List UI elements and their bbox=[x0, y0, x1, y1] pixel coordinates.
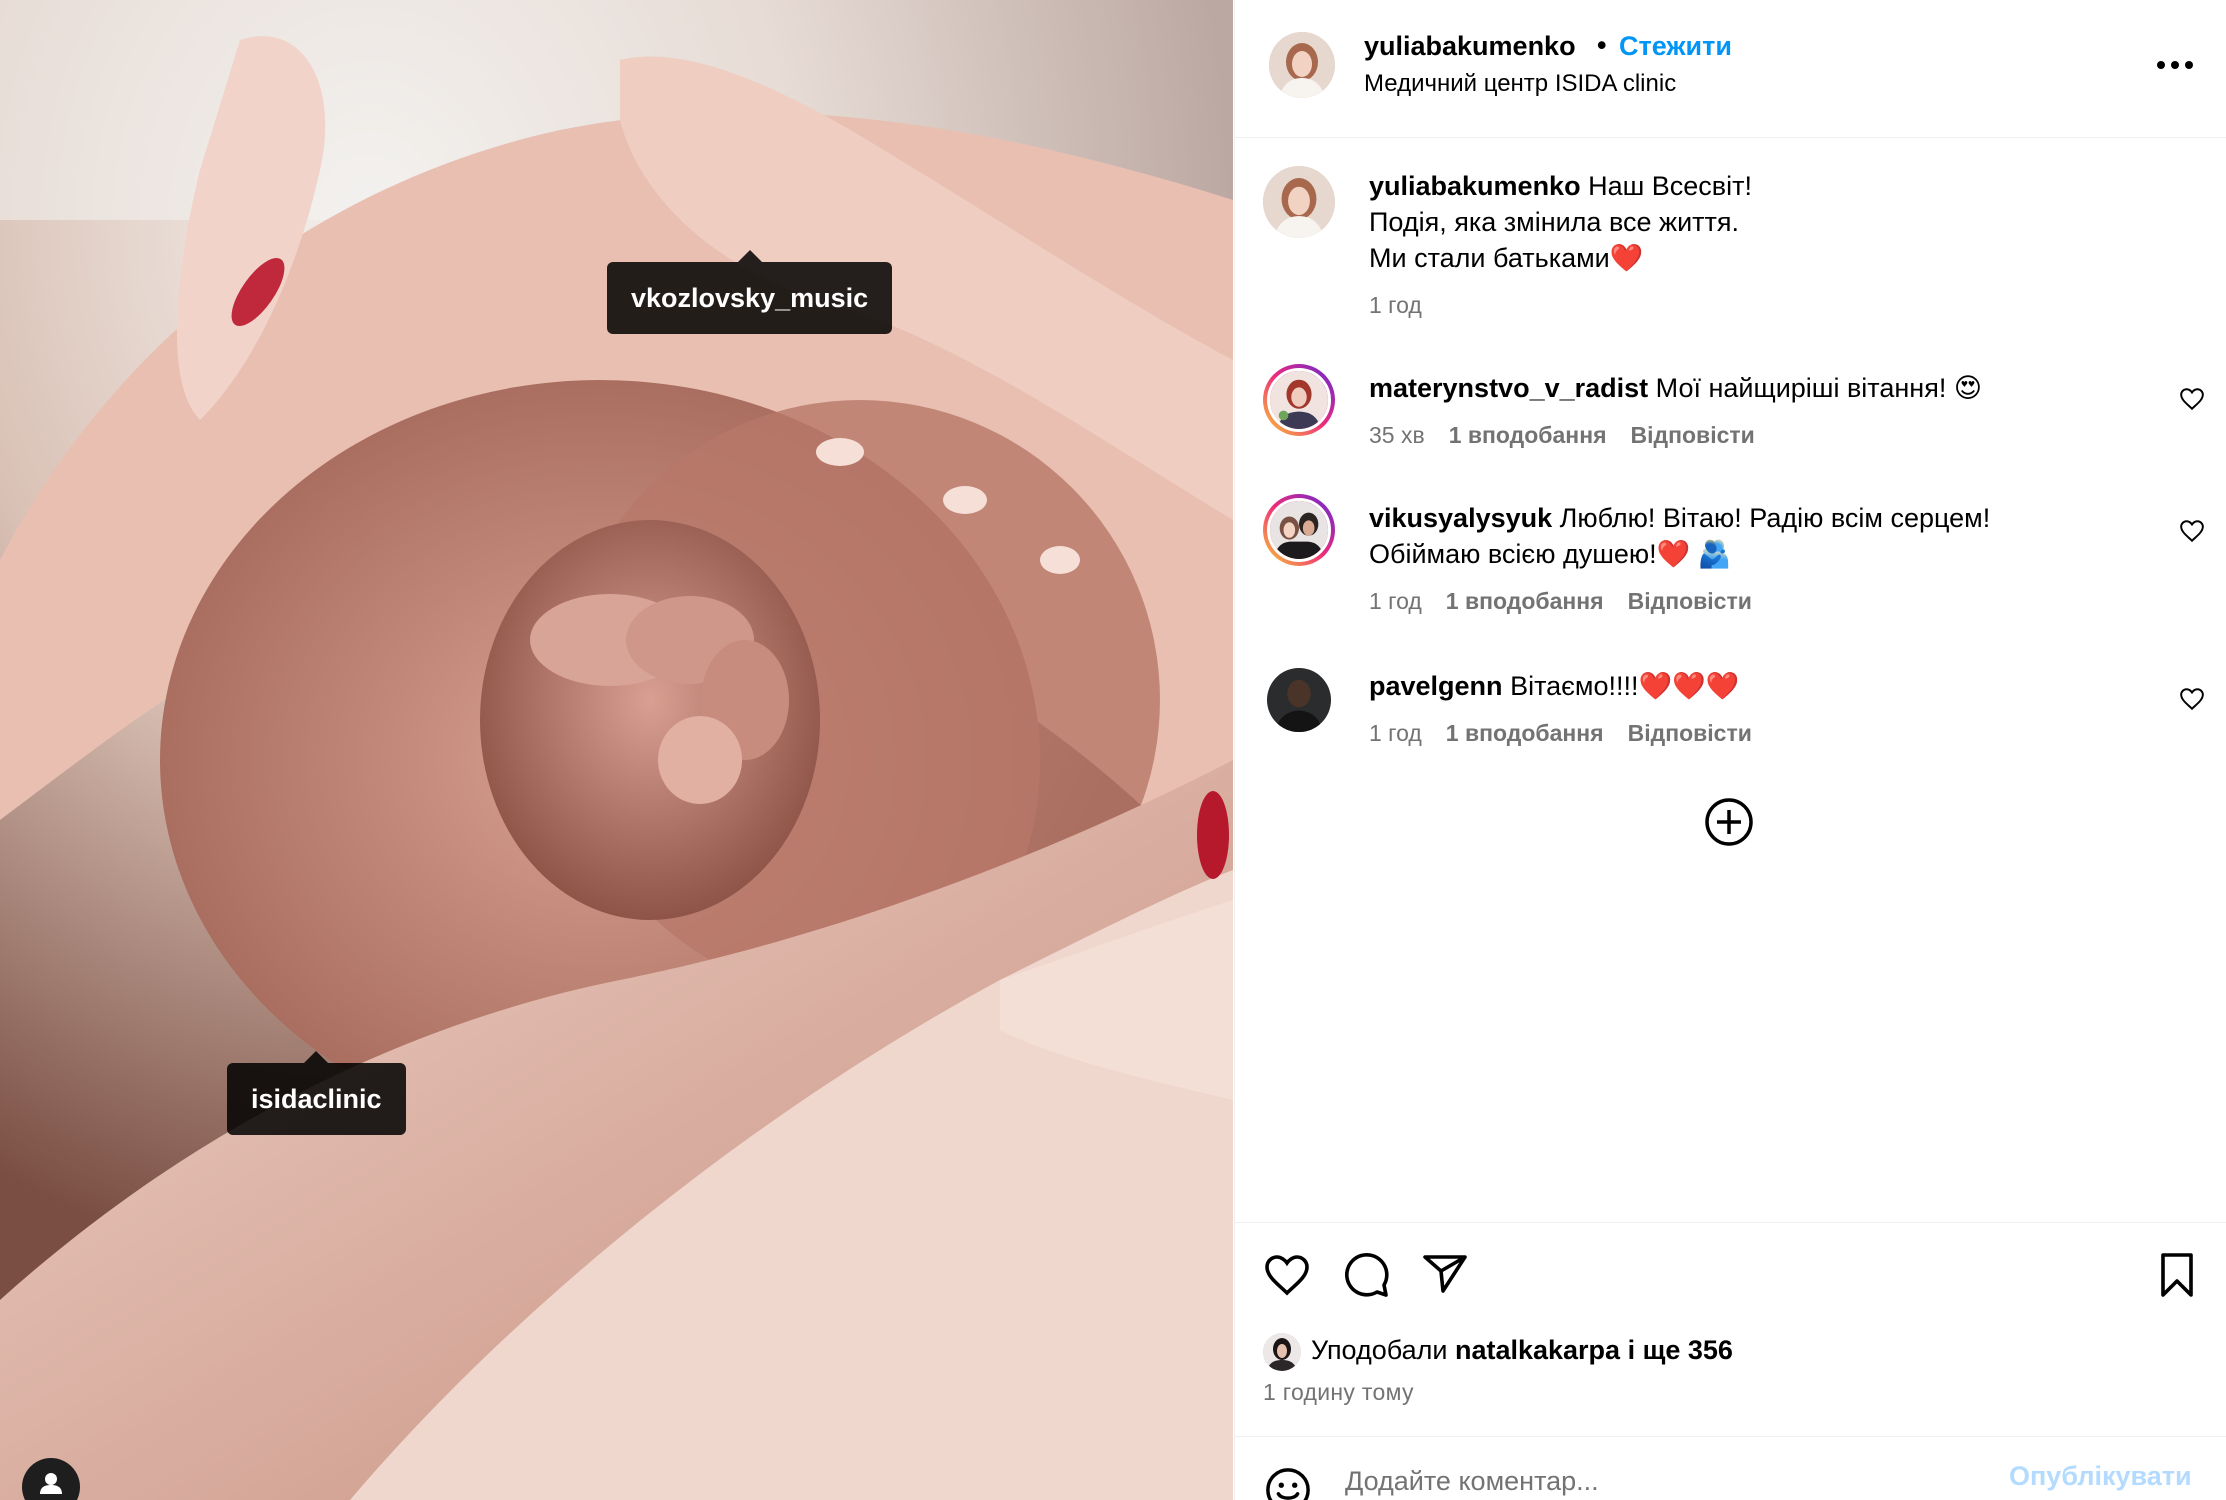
caption-text: yuliabakumenko Наш Всесвіт! Подія, яка з… bbox=[1369, 168, 2129, 276]
likes-others[interactable]: і ще 356 bbox=[1620, 1335, 1733, 1365]
likes-prefix: Уподобали bbox=[1311, 1335, 1455, 1365]
plus-circle-icon[interactable] bbox=[1703, 796, 1755, 848]
smiley-icon[interactable] bbox=[1265, 1467, 1311, 1500]
heart-outline-icon[interactable] bbox=[2179, 518, 2205, 544]
comment-input[interactable] bbox=[1345, 1459, 1985, 1500]
post-actions: Уподобали natalkakarpa і ще 356 1 годину… bbox=[1235, 1222, 2226, 1438]
post-location[interactable]: Медичний центр ISIDA clinic bbox=[1364, 70, 1676, 98]
comment-body: Мої найщиріші вітання! 😍 bbox=[1655, 373, 1982, 403]
caption-meta: 1 год bbox=[1369, 292, 1422, 319]
more-horizontal-icon[interactable] bbox=[2153, 50, 2197, 80]
caption-username[interactable]: yuliabakumenko bbox=[1369, 171, 1581, 201]
comment-likes-count[interactable]: 1 вподобання bbox=[1449, 422, 1607, 449]
comment-meta: 35 хв 1 вподобання Відповісти bbox=[1369, 422, 1755, 449]
author-username[interactable]: yuliabakumenko bbox=[1364, 31, 1576, 62]
user-tag-isidaclinic[interactable]: isidaclinic bbox=[227, 1051, 406, 1135]
comment-meta: 1 год 1 вподобання Відповісти bbox=[1369, 720, 1752, 747]
comments-list[interactable]: yuliabakumenko Наш Всесвіт! Подія, яка з… bbox=[1235, 138, 2226, 1223]
comment-text: vikusyalysyuk Люблю! Вітаю! Радію всім с… bbox=[1369, 500, 2129, 572]
post-photo bbox=[0, 0, 1233, 1500]
separator-dot: • bbox=[1597, 30, 1607, 60]
liker-avatar[interactable] bbox=[1263, 1333, 1301, 1371]
user-tag-vkozlovsky[interactable]: vkozlovsky_music bbox=[607, 250, 893, 334]
caption-time: 1 год bbox=[1369, 292, 1422, 318]
post-header: yuliabakumenko • Стежити Медичний центр … bbox=[1235, 0, 2226, 138]
comment-text: pavelgenn Вітаємо!!!!❤️❤️❤️ bbox=[1369, 668, 2129, 704]
comment-avatar[interactable] bbox=[1263, 364, 1335, 436]
reply-button[interactable]: Відповісти bbox=[1628, 588, 1752, 615]
caption-line-3: Ми стали батьками bbox=[1369, 243, 1610, 273]
paper-plane-icon[interactable] bbox=[1421, 1251, 1469, 1299]
comment-body: Люблю! Вітаю! Радію всім серцем! bbox=[1559, 503, 1991, 533]
comment-meta: 1 год 1 вподобання Відповісти bbox=[1369, 588, 1752, 615]
reply-button[interactable]: Відповісти bbox=[1628, 720, 1752, 747]
comment-bubble-icon[interactable] bbox=[1343, 1251, 1391, 1299]
comment-avatar[interactable] bbox=[1263, 494, 1335, 566]
follow-button[interactable]: Стежити bbox=[1619, 31, 1732, 62]
comment-username[interactable]: vikusyalysyuk bbox=[1369, 503, 1552, 533]
comment-time: 35 хв bbox=[1369, 422, 1425, 448]
comment-body: Вітаємо!!!!❤️❤️❤️ bbox=[1510, 671, 1740, 701]
author-avatar[interactable] bbox=[1269, 32, 1335, 98]
comment-avatar[interactable] bbox=[1267, 668, 1331, 732]
likes-summary: Уподобали natalkakarpa і ще 356 bbox=[1311, 1335, 1733, 1366]
bookmark-icon[interactable] bbox=[2153, 1251, 2201, 1299]
heart-outline-icon[interactable] bbox=[1263, 1251, 1311, 1299]
comment-time: 1 год bbox=[1369, 588, 1422, 614]
heart-outline-icon[interactable] bbox=[2179, 686, 2205, 712]
comment-time: 1 год bbox=[1369, 720, 1422, 746]
caption-line-1: Наш Всесвіт! bbox=[1588, 171, 1753, 201]
caption-line-2: Подія, яка змінила все життя. bbox=[1369, 207, 1740, 237]
comment-likes-count[interactable]: 1 вподобання bbox=[1446, 720, 1604, 747]
comment-username[interactable]: pavelgenn bbox=[1369, 671, 1503, 701]
comment-text: materynstvo_v_radist Мої найщиріші вітан… bbox=[1369, 370, 2129, 406]
post-media[interactable]: vkozlovsky_music isidaclinic bbox=[0, 0, 1233, 1500]
post-timestamp[interactable]: 1 годину тому bbox=[1263, 1379, 1414, 1406]
reply-button[interactable]: Відповісти bbox=[1631, 422, 1755, 449]
comment-composer: Опублікувати bbox=[1235, 1436, 2226, 1500]
heart-outline-icon[interactable] bbox=[2179, 386, 2205, 412]
post-sidebar: yuliabakumenko • Стежити Медичний центр … bbox=[1234, 0, 2226, 1500]
comment-username[interactable]: materynstvo_v_radist bbox=[1369, 373, 1648, 403]
caption-author-avatar[interactable] bbox=[1263, 166, 1335, 238]
comment-body-line-2: Обіймаю всією душею!❤️ 🫂 bbox=[1369, 539, 1732, 569]
caption-heart-emoji: ❤️ bbox=[1609, 243, 1644, 273]
comment-likes-count[interactable]: 1 вподобання bbox=[1446, 588, 1604, 615]
publish-button[interactable]: Опублікувати bbox=[2009, 1461, 2192, 1492]
liker-username[interactable]: natalkakarpa bbox=[1455, 1335, 1620, 1365]
person-icon bbox=[40, 1473, 62, 1494]
